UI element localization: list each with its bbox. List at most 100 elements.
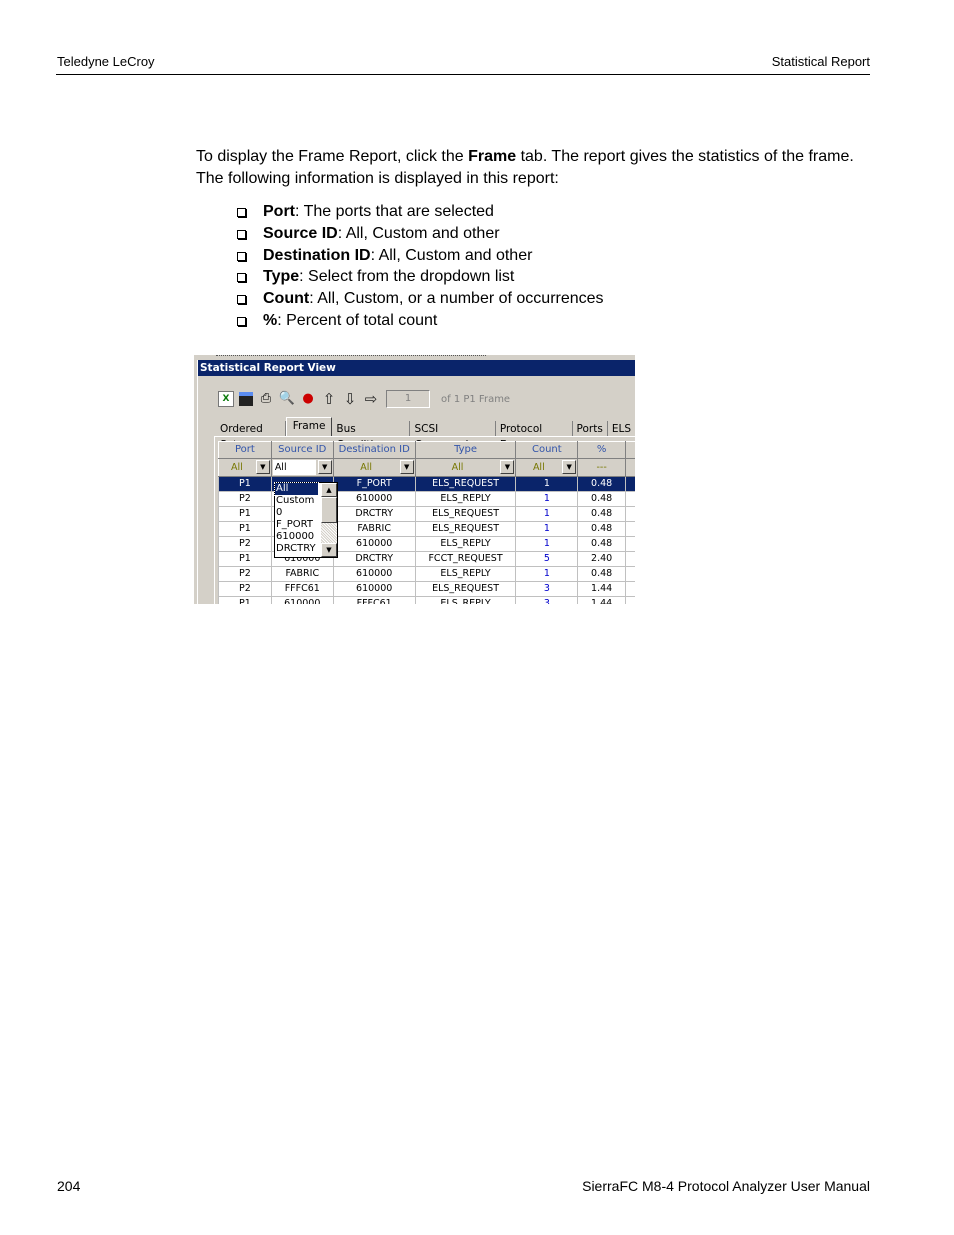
column-header-source-id[interactable]: Source ID xyxy=(270,441,334,459)
cell-count[interactable]: 1 xyxy=(515,491,579,507)
column-header-count[interactable]: Count xyxy=(515,441,579,459)
cell-percent: 0.48 xyxy=(577,506,627,522)
chevron-down-icon[interactable]: ▼ xyxy=(255,460,270,474)
scroll-up-icon[interactable]: ▲ xyxy=(321,483,337,497)
cell-port: P1 xyxy=(218,551,272,567)
toolbar: X ⎙ 🔍 ● ⇧ ⇩ ⇨ 1 of 1 P1 Frame xyxy=(218,389,510,409)
chevron-down-icon[interactable]: ▼ xyxy=(500,460,515,474)
cell-count[interactable]: 1 xyxy=(515,506,579,522)
cell-destination-id: 610000 xyxy=(332,536,416,552)
source-id-dropdown-list[interactable]: All Custom 0 F_PORT 610000 DRCTRY ▲ ▼ xyxy=(274,482,338,558)
column-header-type[interactable]: Type xyxy=(414,441,517,459)
destination-id-filter[interactable]: All ▼ xyxy=(332,458,416,477)
list-desc: : All, Custom and other xyxy=(337,224,500,242)
cell-percent: 1.44 xyxy=(577,581,627,597)
cell-percent: 0.48 xyxy=(577,521,627,537)
cell-percent: 2.40 xyxy=(577,551,627,567)
cell-count[interactable]: 3 xyxy=(515,581,579,597)
table-row[interactable]: P1 610000 FFFC61 ELS_REPLY 3 1.44 xyxy=(218,596,635,604)
list-term: Count xyxy=(263,290,310,308)
table-row[interactable]: P2 FABRIC 610000 ELS_REPLY 1 0.48 xyxy=(218,566,635,582)
tab-scsi-commands[interactable]: SCSI Commands xyxy=(410,421,496,451)
save-icon[interactable] xyxy=(239,392,253,406)
tab-frame[interactable]: Frame xyxy=(285,417,333,437)
cropped-caption-remnant xyxy=(216,355,486,359)
column-header-filler xyxy=(625,441,635,459)
cell-count[interactable]: 1 xyxy=(515,476,579,492)
cell-percent: 0.48 xyxy=(577,566,627,582)
cell-count[interactable]: 1 xyxy=(515,566,579,582)
cell-count[interactable]: 1 xyxy=(515,536,579,552)
print-preview-icon[interactable]: 🔍 xyxy=(279,391,295,407)
cell-count[interactable]: 5 xyxy=(515,551,579,567)
list-item: Source ID: All, Custom and other xyxy=(236,223,604,245)
tab-ordered-sets[interactable]: Ordered Sets xyxy=(216,421,286,451)
cell-filler xyxy=(625,551,635,567)
scrollbar-thumb[interactable] xyxy=(321,497,337,523)
cell-destination-id: DRCTRY xyxy=(332,551,416,567)
column-header-port[interactable]: Port xyxy=(218,441,272,459)
dropdown-scrollbar[interactable]: ▲ ▼ xyxy=(321,483,337,557)
count-filter[interactable]: All ▼ xyxy=(515,458,579,477)
list-term: Source ID xyxy=(263,224,338,242)
cell-port: P1 xyxy=(218,596,272,604)
up-arrow-icon[interactable]: ⇧ xyxy=(321,391,337,407)
cell-type: ELS_REPLY xyxy=(414,596,517,604)
list-desc: : Select from the dropdown list xyxy=(299,268,515,286)
cell-type: FCCT_REQUEST xyxy=(414,551,517,567)
statistical-report-window: Statistical Report View X ⎙ 🔍 ● ⇧ ⇩ ⇨ 1 … xyxy=(197,360,635,604)
column-header-destination-id[interactable]: Destination ID xyxy=(332,441,416,459)
cell-type: ELS_REQUEST xyxy=(414,506,517,522)
page-number-input[interactable]: 1 xyxy=(386,390,430,408)
cell-port: P1 xyxy=(218,476,272,492)
cell-percent: 1.44 xyxy=(577,596,627,604)
go-to-arrow-icon[interactable]: ⇨ xyxy=(363,391,379,407)
dropdown-option[interactable]: All xyxy=(274,482,319,496)
column-header-percent[interactable]: % xyxy=(577,441,627,459)
cell-filler xyxy=(625,596,635,604)
intro-text-before: To display the Frame Report, click the xyxy=(196,148,469,165)
cell-type: ELS_REPLY xyxy=(414,491,517,507)
chevron-down-icon[interactable]: ▼ xyxy=(562,460,577,474)
port-filter[interactable]: All ▼ xyxy=(218,458,272,477)
cell-port: P2 xyxy=(218,536,272,552)
cell-count[interactable]: 1 xyxy=(515,521,579,537)
color-settings-icon[interactable]: ● xyxy=(300,391,316,407)
print-icon[interactable]: ⎙ xyxy=(258,391,274,407)
export-excel-icon[interactable]: X xyxy=(218,391,234,407)
chevron-down-icon[interactable]: ▼ xyxy=(399,460,414,474)
cell-type: ELS_REPLY xyxy=(414,566,517,582)
page-header-left: Teledyne LeCroy xyxy=(57,54,155,69)
source-id-filter-input[interactable]: All xyxy=(272,460,316,475)
cell-percent: 0.48 xyxy=(577,491,627,507)
table-row[interactable]: P2 FFFC61 610000 ELS_REQUEST 3 1.44 xyxy=(218,581,635,597)
tab-protocol-errors[interactable]: Protocol Errors xyxy=(496,421,573,451)
cell-percent: 0.48 xyxy=(577,476,627,492)
tab-ports[interactable]: Ports xyxy=(573,421,608,437)
source-id-filter[interactable]: All ▼ xyxy=(270,458,334,477)
checkbox-bullet-icon xyxy=(237,208,246,217)
type-filter[interactable]: All ▼ xyxy=(414,458,517,477)
cell-port: P2 xyxy=(218,491,272,507)
chevron-down-icon[interactable]: ▼ xyxy=(317,460,332,474)
cell-filler xyxy=(625,476,635,492)
cell-type: ELS_REPLY xyxy=(414,536,517,552)
cell-count[interactable]: 3 xyxy=(515,596,579,604)
list-item: Count: All, Custom, or a number of occur… xyxy=(236,288,604,310)
list-desc: : The ports that are selected xyxy=(295,203,494,220)
tab-els[interactable]: ELS xyxy=(608,421,635,437)
cell-filler xyxy=(625,536,635,552)
tab-bus-conditions[interactable]: Bus Conditions xyxy=(332,421,411,451)
report-tabs: Ordered Sets Frame Bus Conditions SCSI C… xyxy=(216,417,635,451)
page-number: 204 xyxy=(57,1178,81,1194)
type-filter-value: All xyxy=(451,461,464,473)
scroll-down-icon[interactable]: ▼ xyxy=(321,543,337,557)
list-item: Destination ID: All, Custom and other xyxy=(236,245,604,267)
cell-source-id: 610000 xyxy=(270,596,334,604)
port-filter-value: All xyxy=(231,461,243,473)
down-arrow-icon[interactable]: ⇩ xyxy=(342,391,358,407)
list-item: %: Percent of total count xyxy=(236,310,604,332)
table-header-row: Port Source ID Destination ID Type Count… xyxy=(218,441,635,459)
destination-id-filter-value: All xyxy=(360,461,373,473)
percent-filter: --- xyxy=(577,458,627,477)
